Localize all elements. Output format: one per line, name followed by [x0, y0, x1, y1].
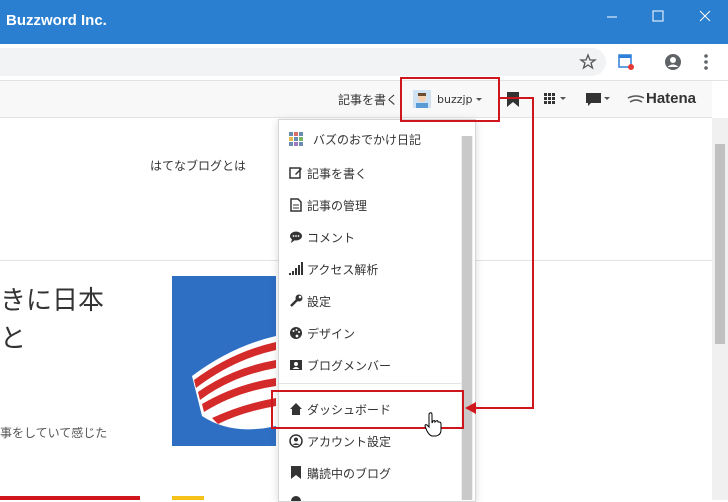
hatena-global-bar: 記事を書く buzzjp Hatena — [0, 81, 712, 118]
article-snippet: 事をしていて感じた — [0, 426, 108, 440]
menu-item-label: ブログメンバー — [307, 358, 392, 373]
document-icon — [290, 198, 302, 212]
hatena-logo-icon — [627, 95, 645, 103]
annotation-line — [532, 97, 534, 409]
bookmark-icon — [291, 466, 301, 479]
bookmark-icon[interactable] — [506, 92, 520, 108]
page-scrollbar[interactable] — [712, 118, 728, 500]
close-icon — [699, 10, 711, 22]
browser-toolbar — [0, 44, 728, 81]
minimize-icon — [607, 16, 617, 18]
menu-scrollbar[interactable] — [461, 136, 473, 500]
menu-item-label: 記事を書く — [307, 166, 368, 181]
user-dropdown-menu: バズのおでかけ日記 記事を書く 記事の管理 コメント アクセス解析 設定 デザイ… — [278, 119, 476, 502]
menu-item-write[interactable]: 記事を書く — [289, 162, 367, 184]
notification-icon[interactable] — [586, 93, 612, 107]
wrench-icon — [290, 294, 303, 307]
account-icon — [289, 434, 303, 448]
arrow-left-icon — [465, 402, 476, 414]
menu-item-label: デザイン — [307, 326, 356, 341]
close-window-button[interactable] — [682, 6, 728, 28]
window-title: Buzzword Inc. — [6, 12, 107, 29]
write-article-link[interactable]: 記事を書く — [338, 91, 398, 108]
menu-item-account[interactable]: アカウント設定 — [289, 430, 391, 452]
annotation-line — [475, 407, 534, 409]
menu-item-label: アカウント設定 — [307, 434, 392, 449]
address-bar[interactable] — [0, 48, 606, 76]
annotation-line — [498, 97, 534, 99]
maximize-button[interactable] — [635, 6, 681, 28]
menu-item-blog[interactable]: バズのおでかけ日記 — [289, 128, 421, 150]
menu-item-analytics[interactable]: アクセス解析 — [289, 258, 378, 280]
minimize-button[interactable] — [589, 6, 635, 28]
more-menu-icon[interactable] — [696, 52, 716, 72]
maximize-icon — [652, 10, 664, 22]
about-link[interactable]: はてなブログとは — [150, 157, 246, 174]
blog-icon — [289, 132, 303, 146]
highlight-user-menu — [400, 77, 500, 122]
window-titlebar: Buzzword Inc. — [0, 0, 728, 44]
card-accent-bar-yellow — [172, 496, 204, 500]
article-headline-line1[interactable]: きに日本 — [0, 280, 104, 317]
menu-divider — [279, 383, 461, 384]
article-thumbnail-flag[interactable] — [172, 276, 276, 446]
signal-icon — [289, 262, 303, 275]
menu-item-label: 設定 — [307, 294, 332, 309]
comment-icon — [290, 231, 302, 243]
menu-scrollbar-thumb[interactable] — [462, 136, 472, 500]
menu-item-label: バズのおでかけ日記 — [313, 132, 422, 147]
menu-item-settings[interactable]: 設定 — [289, 290, 331, 312]
menu-item-label: アクセス解析 — [307, 262, 379, 277]
menu-item-subscriptions[interactable]: 購読中のブログ — [289, 462, 391, 484]
menu-item-design[interactable]: デザイン — [289, 322, 355, 344]
profile-icon[interactable] — [663, 52, 683, 72]
menu-item-manage[interactable]: 記事の管理 — [289, 194, 367, 216]
palette-icon — [290, 327, 302, 339]
scrollbar-thumb[interactable] — [715, 144, 725, 344]
star-icon[interactable] — [578, 52, 598, 72]
apps-grid-icon[interactable] — [544, 93, 568, 107]
menu-item-comment[interactable]: コメント — [289, 226, 355, 248]
edit-icon — [289, 167, 302, 179]
card-accent-bar — [0, 496, 140, 500]
menu-item-members[interactable]: ブログメンバー — [289, 354, 391, 376]
extension-icon[interactable] — [616, 52, 636, 72]
menu-item-label: 購読中のブログ — [307, 466, 392, 481]
menu-item-label: コメント — [307, 230, 356, 245]
article-headline-line2[interactable]: と — [0, 318, 26, 355]
hatena-brand[interactable]: Hatena — [646, 90, 696, 107]
hand-cursor-icon — [424, 412, 442, 437]
members-icon — [290, 360, 302, 370]
menu-item-label: 記事の管理 — [307, 198, 368, 213]
